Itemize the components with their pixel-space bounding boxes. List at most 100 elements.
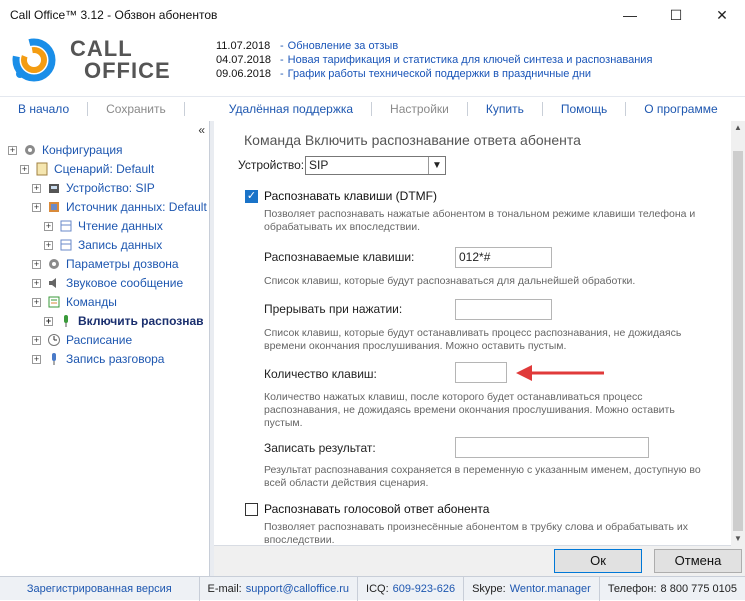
voice-checkbox-label[interactable]: Распознавать голосовой ответ абонента [264, 502, 489, 516]
expand-icon[interactable]: + [8, 145, 17, 155]
news-list: 11.07.2018 - Обновление за отзыв 04.07.2… [216, 39, 652, 81]
tree-item-label: Чтение данных [78, 219, 163, 233]
clock-icon [46, 332, 62, 348]
red-arrow-icon [516, 365, 604, 381]
registered-version: Зарегистрированная версия [0, 576, 200, 601]
expand-icon[interactable]: + [32, 259, 41, 269]
interrupt-input[interactable] [455, 299, 552, 320]
panel-title: Команда Включить распознавание ответа аб… [244, 132, 581, 148]
microphone-icon [46, 351, 62, 367]
table-icon [58, 237, 74, 253]
document-icon [34, 161, 50, 177]
tree-item-sound-message[interactable]: + Звуковое сообщение [32, 274, 183, 292]
expand-icon[interactable]: + [20, 164, 29, 174]
logo-swirl-icon [12, 38, 56, 82]
minimize-button[interactable]: — [607, 0, 653, 30]
menu-about[interactable]: О программе [626, 102, 735, 116]
speaker-icon [46, 275, 62, 291]
tree-item-config[interactable]: + Конфигурация [8, 141, 123, 159]
news-link[interactable]: График работы технической поддержки в пр… [288, 67, 591, 81]
keys-input[interactable]: 012*# [455, 247, 552, 268]
tree-item-label: Источник данных: Default [66, 200, 207, 214]
ok-button[interactable]: Ок [554, 549, 642, 573]
tree-item-label: Конфигурация [42, 143, 123, 157]
close-button[interactable]: ✕ [699, 0, 745, 30]
voice-checkbox[interactable] [245, 503, 258, 516]
tree-item-schedule[interactable]: + Расписание [32, 331, 132, 349]
cancel-button[interactable]: Отмена [654, 549, 742, 573]
interrupt-label: Прерывать при нажатии: [264, 302, 403, 316]
dialog-button-bar: Ок Отмена [214, 546, 745, 576]
scrollbar-thumb[interactable] [733, 151, 743, 531]
expand-icon[interactable]: + [32, 297, 41, 307]
expand-icon[interactable]: + [44, 316, 53, 326]
tree-item-read-data[interactable]: + Чтение данных [44, 217, 163, 235]
scroll-up-icon[interactable]: ▲ [731, 121, 745, 135]
table-icon [58, 218, 74, 234]
tree-item-label: Звуковое сообщение [66, 276, 184, 290]
menu-save[interactable]: Сохранить [88, 102, 184, 116]
news-item: 11.07.2018 - Обновление за отзыв [216, 39, 399, 53]
expand-icon[interactable]: + [32, 202, 41, 212]
menu-home[interactable]: В начало [0, 102, 87, 116]
tree-item-write-data[interactable]: + Запись данных [44, 236, 162, 254]
expand-icon[interactable]: + [44, 221, 53, 231]
expand-icon[interactable]: + [44, 240, 53, 250]
tree-item-scenario[interactable]: + Сценарий: Default [20, 160, 154, 178]
tree-item-label: Сценарий: Default [54, 162, 155, 176]
tree-item-label: Параметры дозвона [66, 257, 179, 271]
tree-item-device[interactable]: + Устройство: SIP [32, 179, 155, 197]
tree-item-dial-params[interactable]: + Параметры дозвона [32, 255, 179, 273]
dtmf-hint: Позволяет распознавать нажатые абонентом… [264, 208, 696, 233]
chevron-down-icon[interactable]: ▼ [428, 157, 445, 174]
interrupt-hint: Список клавиш, которые будут останавлива… [264, 327, 682, 352]
expand-icon[interactable]: + [32, 354, 41, 364]
status-bar: Зарегистрированная версия E-mail: suppor… [0, 576, 745, 601]
dtmf-checkbox-label[interactable]: Распознавать клавиши (DTMF) [264, 189, 437, 203]
voice-hint: Позволяет распознавать произнесённые або… [264, 521, 688, 546]
icq-value: 609-923-626 [392, 582, 456, 595]
status-phone: Телефон: 8 800 775 0105 [600, 577, 745, 601]
save-result-input[interactable] [455, 437, 649, 458]
tree-item-label: Расписание [66, 333, 133, 347]
vertical-scrollbar[interactable]: ▲ ▼ [731, 121, 745, 546]
news-link[interactable]: Обновление за отзыв [288, 39, 399, 53]
email-link[interactable]: support@calloffice.ru [246, 583, 349, 595]
expand-icon[interactable]: + [32, 278, 41, 288]
maximize-button[interactable]: ☐ [653, 0, 699, 30]
phone-value: 8 800 775 0105 [660, 582, 737, 595]
email-label: E-mail: [207, 582, 242, 595]
commands-icon [46, 294, 62, 310]
key-count-input[interactable] [455, 362, 507, 383]
collapse-panel-icon[interactable]: « [198, 123, 205, 137]
menu-settings[interactable]: Настройки [372, 102, 467, 116]
menu-help[interactable]: Помощь [543, 102, 625, 116]
expand-icon[interactable]: + [32, 335, 41, 345]
tree-item-label: Включить распознав [78, 314, 204, 328]
news-item: 09.06.2018 - График работы технической п… [216, 67, 592, 81]
tree-item-commands[interactable]: + Команды [32, 293, 117, 311]
tree-item-datasource[interactable]: + Источник данных: Default [32, 198, 207, 216]
key-count-label: Количество клавиш: [264, 367, 377, 381]
expand-icon[interactable]: + [32, 183, 41, 193]
menu-bar: В начало Сохранить Удалённая поддержка Н… [0, 96, 745, 120]
scroll-down-icon[interactable]: ▼ [731, 532, 745, 546]
phone-label: Телефон: [607, 582, 657, 595]
device-select[interactable]: SIP ▼ [305, 156, 446, 175]
tree-item-call-recording[interactable]: + Запись разговора [32, 350, 164, 368]
news-date: 11.07.2018 [216, 40, 271, 52]
tree-item-enable-recognition[interactable]: + Включить распознав [44, 312, 204, 330]
tree-item-label: Устройство: SIP [66, 181, 155, 195]
save-result-hint: Результат распознавания сохраняется в пе… [264, 464, 701, 489]
title-bar: Call Office™ 3.12 - Обзвон абонентов — ☐… [0, 0, 745, 30]
microphone-icon [58, 313, 74, 329]
command-settings-panel: Команда Включить распознавание ответа аб… [214, 121, 745, 546]
app-header: CALL OFFICE 11.07.2018 - Обновление за о… [0, 30, 745, 90]
menu-remote-support[interactable]: Удалённая поддержка [185, 102, 371, 116]
dtmf-checkbox[interactable]: ✓ [245, 190, 258, 203]
skype-value[interactable]: Wentor.manager [510, 583, 591, 595]
news-link[interactable]: Новая тарификация и статистика для ключе… [288, 53, 653, 67]
device-select-value: SIP [309, 158, 329, 172]
menu-buy[interactable]: Купить [468, 102, 542, 116]
window-controls: — ☐ ✕ [607, 0, 745, 30]
